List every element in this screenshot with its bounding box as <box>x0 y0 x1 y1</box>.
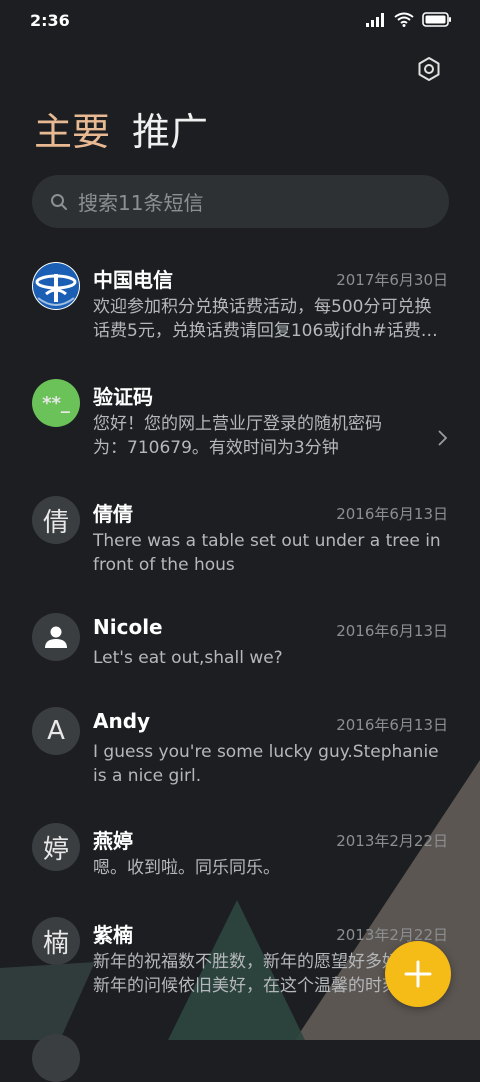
person-icon <box>45 626 67 648</box>
message-date: 2013年2月22日 <box>336 832 448 850</box>
search-icon <box>51 193 67 210</box>
sender-name: 验证码 <box>93 385 153 409</box>
tab-promotions[interactable]: 推广 <box>132 108 208 156</box>
avatar-text: A <box>47 716 65 746</box>
sender-name: Nicole <box>93 615 163 639</box>
plus-icon <box>404 960 432 988</box>
list-item[interactable] <box>0 1020 480 1082</box>
status-time: 2:36 <box>30 11 70 30</box>
sender-name: 燕婷 <box>93 829 133 853</box>
tab-main[interactable]: 主要 <box>34 108 110 156</box>
avatar: 楠 <box>32 917 80 965</box>
search-placeholder: 搜索11条短信 <box>78 191 204 215</box>
search-input[interactable]: 搜索11条短信 <box>32 175 449 228</box>
avatar: A <box>32 707 80 755</box>
message-date: 2016年6月13日 <box>336 716 448 734</box>
avatar: 倩 <box>32 496 80 544</box>
list-item[interactable]: Nicole 2016年6月13日 Let's eat out,shall we… <box>0 599 480 693</box>
avatar <box>32 1034 80 1082</box>
status-bar: 2:36 <box>0 0 480 42</box>
sender-name: Andy <box>93 709 151 733</box>
tab-bar: 主要 推广 <box>34 108 208 156</box>
list-item[interactable]: 婷 燕婷 2013年2月22日 嗯。收到啦。同乐同乐。 <box>0 809 480 903</box>
settings-gear-icon[interactable] <box>416 56 442 82</box>
battery-icon <box>422 12 451 27</box>
message-date: 2016年6月13日 <box>336 505 448 523</box>
status-icons <box>366 12 452 27</box>
message-date: 2013年2月22日 <box>336 926 448 944</box>
message-preview: 欢迎参加积分兑换话费活动，每500分可兑换话费5元，兑换话费请回复106或jfd… <box>93 297 438 341</box>
new-message-button[interactable] <box>385 941 451 1007</box>
message-preview: 嗯。收到啦。同乐同乐。 <box>93 858 280 878</box>
message-preview: 您好！您的网上营业厅登录的随机密码为：710679。有效时间为3分钟 <box>93 414 382 458</box>
sender-name: 中国电信 <box>93 268 173 292</box>
avatar <box>32 613 80 661</box>
avatar: 婷 <box>32 823 80 871</box>
china-telecom-logo-icon <box>32 262 80 310</box>
avatar-text: 婷 <box>42 834 69 865</box>
message-date: 2017年6月30日 <box>336 271 448 289</box>
avatar: **_ <box>32 379 80 427</box>
avatar-text: 楠 <box>42 928 69 959</box>
message-preview: Let's eat out,shall we? <box>93 648 283 668</box>
list-item[interactable]: A Andy 2016年6月13日 I guess you're some lu… <box>0 693 480 809</box>
message-date: 2016年6月13日 <box>336 622 448 640</box>
list-item[interactable]: **_ 验证码 您好！您的网上营业厅登录的随机密码为：710679。有效时间为3… <box>0 365 480 482</box>
chevron-right-icon[interactable] <box>436 429 448 447</box>
avatar-text: 倩 <box>42 507 69 538</box>
message-preview: There was a table set out under a tree i… <box>93 531 441 575</box>
list-item[interactable]: 中国电信 2017年6月30日 欢迎参加积分兑换话费活动，每500分可兑换话费5… <box>0 248 480 365</box>
list-item[interactable]: 倩 倩倩 2016年6月13日 There was a table set ou… <box>0 482 480 599</box>
message-preview: I guess you're some lucky guy.Stephanie … <box>93 742 439 786</box>
avatar-text: **_ <box>42 392 70 414</box>
wifi-icon <box>394 12 414 27</box>
signal-icon <box>366 12 384 27</box>
sender-name: 倩倩 <box>93 502 133 526</box>
sender-name: 紫楠 <box>93 923 133 947</box>
